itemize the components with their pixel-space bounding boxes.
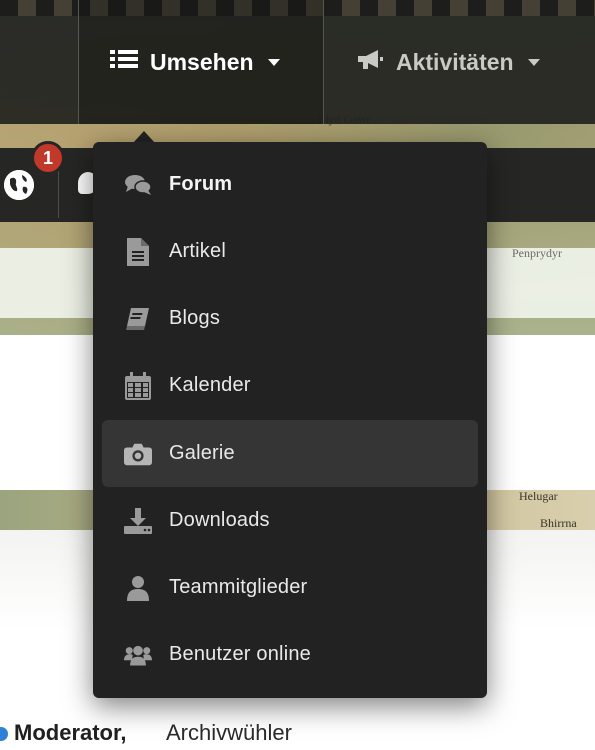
globe-icon[interactable] — [4, 170, 34, 200]
map-label-right: Penprydyr — [512, 246, 562, 260]
user-icon — [124, 574, 152, 602]
menu-label-benutzer-online: Benutzer online — [169, 643, 311, 665]
menu-label-downloads: Downloads — [169, 509, 270, 531]
calendar-icon — [124, 371, 152, 400]
menu-item-artikel[interactable]: Artikel — [102, 218, 478, 285]
chevron-down-icon — [267, 58, 280, 66]
chevron-down-icon — [527, 58, 540, 66]
nav-item-aktivitaeten[interactable]: Aktivitäten — [356, 40, 540, 84]
users-icon — [124, 641, 152, 669]
download-icon — [124, 507, 152, 535]
user-rank: Archivwühler — [166, 720, 292, 745]
nav-item-umsehen[interactable]: Umsehen — [110, 40, 280, 84]
nav-label-aktivitaeten: Aktivitäten — [396, 48, 514, 75]
map-label-bhirrna: Bhirrna — [540, 516, 577, 530]
menu-label-kalender: Kalender — [169, 374, 251, 396]
menu-item-forum[interactable]: Forum — [102, 151, 478, 218]
map-label-helugar: Helugar — [519, 489, 558, 503]
menu-label-galerie: Galerie — [169, 442, 235, 464]
document-icon — [124, 237, 152, 266]
menu-label-teammitglieder: Teammitglieder — [169, 576, 308, 598]
menu-label-blogs: Blogs — [169, 307, 221, 329]
notification-badge: 1 — [31, 141, 65, 175]
menu-label-artikel: Artikel — [169, 240, 226, 262]
menu-item-kalender[interactable]: Kalender — [102, 352, 478, 419]
menu-item-teammitglieder[interactable]: Teammitglieder — [102, 554, 478, 621]
list-icon — [110, 48, 138, 76]
menu-item-blogs[interactable]: Blogs — [102, 285, 478, 352]
megaphone-icon — [356, 47, 384, 77]
menu-item-downloads[interactable]: Downloads — [102, 487, 478, 554]
menu-item-galerie[interactable]: Galerie — [102, 420, 478, 487]
menu-label-forum: Forum — [169, 173, 233, 195]
umsehen-dropdown-menu: Forum Artikel Blogs Kalender Galerie Dow… — [93, 142, 487, 698]
book-icon — [124, 305, 152, 333]
comments-icon — [124, 171, 152, 199]
camera-icon — [124, 440, 152, 468]
nav-label-umsehen: Umsehen — [150, 48, 254, 75]
user-role: Moderator, — [14, 720, 127, 745]
menu-item-benutzer-online[interactable]: Benutzer online — [102, 621, 478, 688]
